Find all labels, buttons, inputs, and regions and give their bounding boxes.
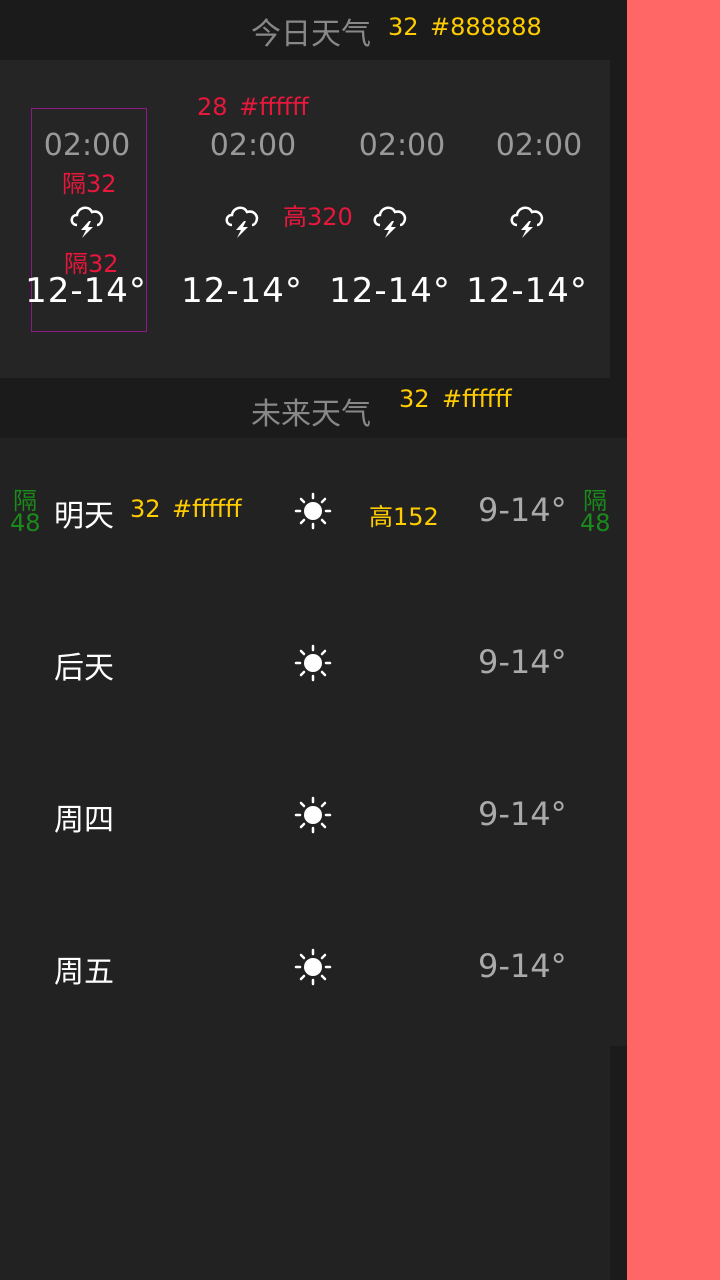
right-edge-shadow [610, 60, 627, 378]
hour-time: 02:00 [209, 128, 297, 163]
spacing-annotation-left: 隔48 [10, 487, 41, 537]
future-title: 未来天气 [251, 397, 371, 432]
hour-temp: 12-14° [25, 271, 147, 311]
thunderstorm-icon [222, 199, 264, 239]
hour-temp: 12-14° [181, 271, 303, 311]
hour-time: 02:00 [358, 128, 446, 163]
thunderstorm-icon [507, 199, 549, 239]
height-annotation: 高320 [283, 203, 353, 231]
day-label: 周五 [54, 955, 114, 990]
day-temp: 9-14° [478, 947, 567, 985]
sun-icon [294, 948, 332, 986]
thunderstorm-icon [370, 199, 412, 239]
hour-temp: 12-14° [329, 271, 451, 311]
day-temp: 9-14° [478, 643, 567, 681]
today-title: 今日天气 [251, 17, 371, 52]
today-title-color-annotation: #888888 [430, 13, 542, 41]
hour-time: 02:00 [43, 128, 131, 163]
day-label: 后天 [54, 651, 114, 686]
hour-temp: 12-14° [466, 271, 588, 311]
hourly-size-annotation: 28 [197, 93, 228, 121]
hour-time: 02:00 [495, 128, 583, 163]
day-temp: 9-14° [478, 491, 567, 529]
day-label: 周四 [54, 803, 114, 838]
row-color-annotation: #ffffff [172, 495, 242, 523]
row-height-annotation: 高152 [369, 503, 439, 531]
future-title-size-annotation: 32 [399, 385, 430, 413]
day-temp: 9-14° [478, 795, 567, 833]
right-side-panel [627, 0, 720, 1280]
right-edge-shadow-bottom [610, 1046, 627, 1280]
sun-icon [294, 644, 332, 682]
row-size-annotation: 32 [130, 495, 161, 523]
thunderstorm-icon [67, 199, 109, 239]
spacing-annotation-top: 隔32 [62, 170, 117, 198]
sun-icon [294, 492, 332, 530]
day-label: 明天 [54, 499, 114, 534]
future-title-color-annotation: #ffffff [442, 385, 512, 413]
spacing-annotation-right: 隔48 [580, 487, 611, 537]
hourly-color-annotation: #ffffff [239, 93, 309, 121]
today-title-size-annotation: 32 [388, 13, 419, 41]
sun-icon [294, 796, 332, 834]
